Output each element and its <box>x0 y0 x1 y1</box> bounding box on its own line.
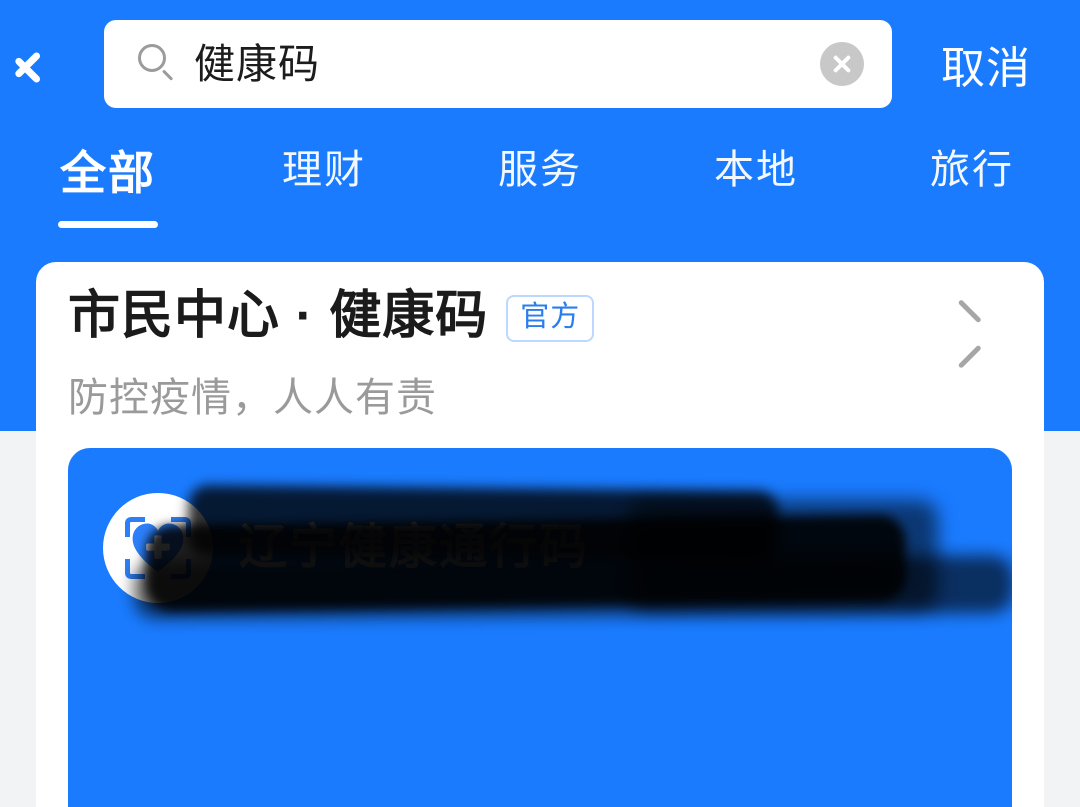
tab-all[interactable]: 全部 <box>0 128 216 246</box>
tab-label: 理财 <box>282 148 366 192</box>
search-bar: 健康码 取消 <box>0 0 1080 128</box>
search-input[interactable]: 健康码 <box>194 43 320 85</box>
open-detail-button[interactable] <box>984 310 1010 356</box>
result-title-row: 市民中心 · 健康码 官方 <box>68 287 595 345</box>
chevron-left-icon <box>37 38 67 90</box>
tab-finance[interactable]: 理财 <box>216 128 432 246</box>
tab-label: 本地 <box>714 148 798 192</box>
clear-search-button[interactable] <box>820 42 864 86</box>
tab-local[interactable]: 本地 <box>648 128 864 246</box>
health-code-banner[interactable]: 辽宁健康通行码 <box>68 448 1012 807</box>
tab-active-indicator <box>58 221 158 228</box>
page-title: 市民中心 · 健康码 <box>68 287 489 345</box>
tab-label: 服务 <box>498 148 582 192</box>
search-result-screen: 健康码 取消 全部 理财 服务 本地 旅行 市民中心 · 健康码 官方 防控疫情… <box>0 0 1080 807</box>
tab-label: 全部 <box>60 147 156 199</box>
result-card: 市民中心 · 健康码 官方 防控疫情，人人有责 辽宁健康通行码 <box>36 262 1044 807</box>
result-card-header[interactable]: 市民中心 · 健康码 官方 防控疫情，人人有责 <box>36 262 1044 448</box>
health-code-scan-heart-icon <box>103 493 213 603</box>
category-tab-bar: 全部 理财 服务 本地 旅行 <box>0 128 1080 246</box>
tab-label: 旅行 <box>930 148 1014 192</box>
cancel-button[interactable]: 取消 <box>892 0 1080 128</box>
back-button[interactable] <box>0 0 104 128</box>
tab-travel[interactable]: 旅行 <box>864 128 1080 246</box>
tab-services[interactable]: 服务 <box>432 128 648 246</box>
banner-title: 辽宁健康通行码 <box>239 521 590 574</box>
status-badge: 官方 <box>506 294 595 342</box>
banner-header: 辽宁健康通行码 <box>68 448 1012 648</box>
search-input-container[interactable]: 健康码 <box>104 20 892 108</box>
result-subtitle: 防控疫情，人人有责 <box>68 376 437 420</box>
search-icon <box>138 44 178 84</box>
close-circle-icon <box>831 53 853 75</box>
